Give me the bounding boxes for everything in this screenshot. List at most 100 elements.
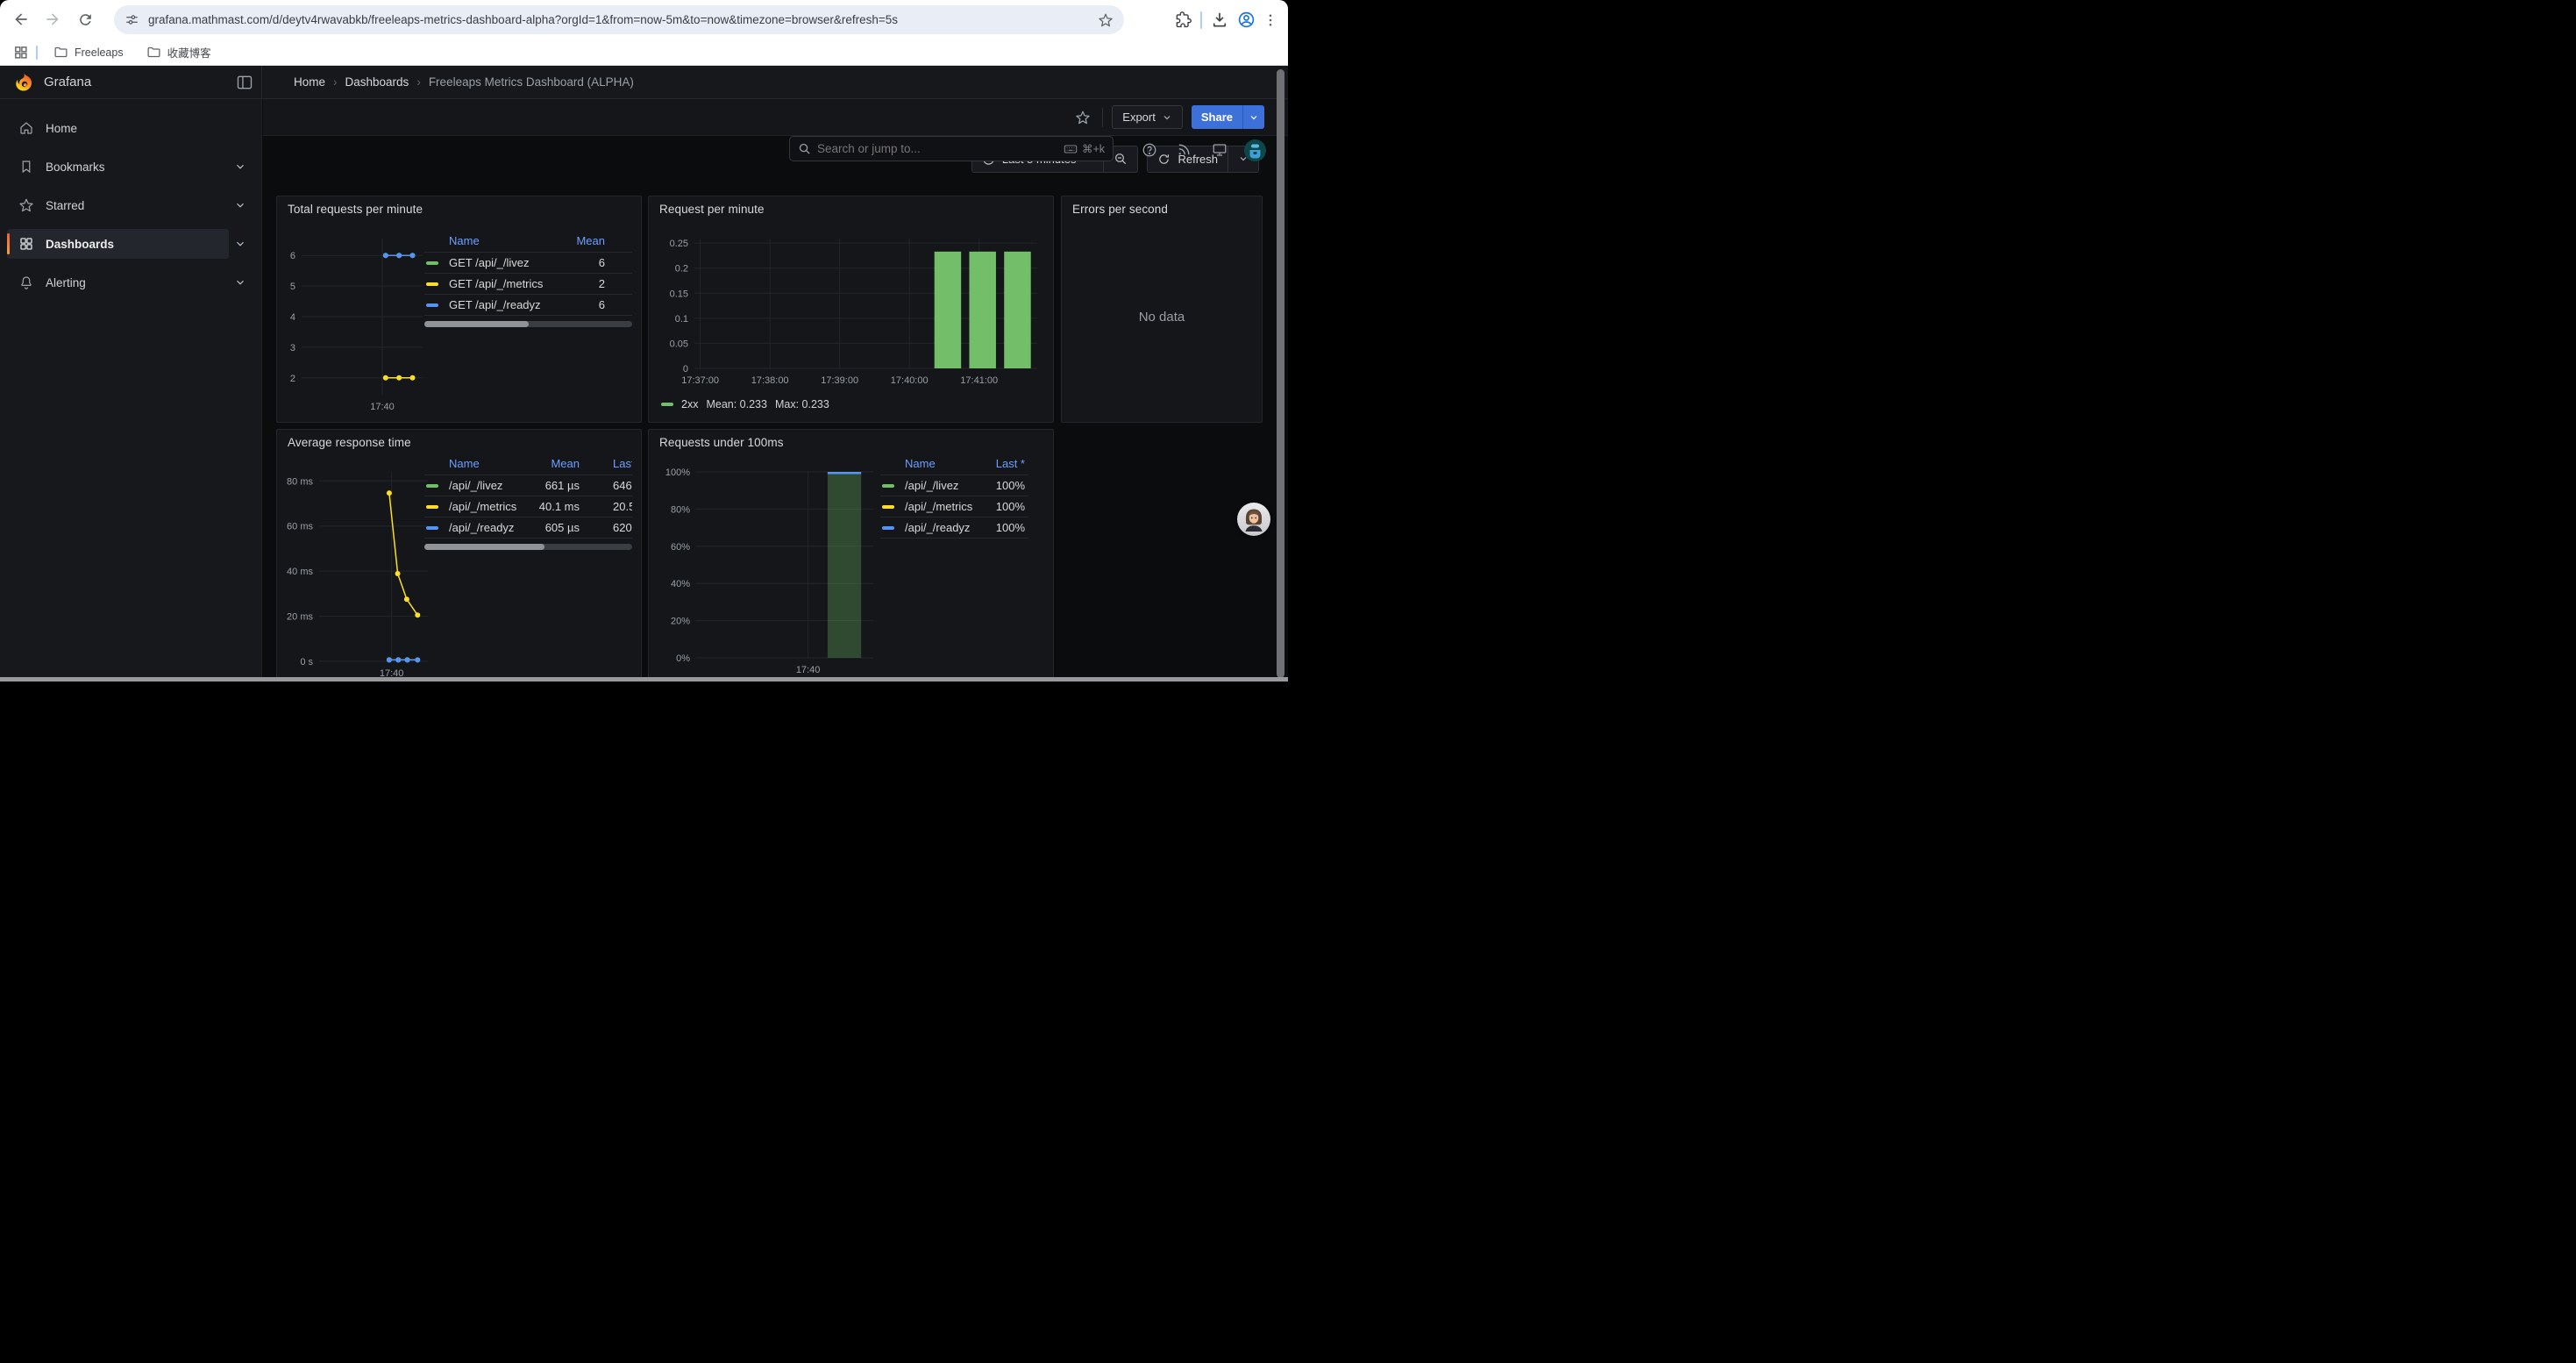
series-last: 646 µs <box>580 479 632 492</box>
series-mean: 6 <box>562 256 632 269</box>
legend-header-name[interactable]: Name <box>440 457 527 470</box>
page-scrollbar[interactable] <box>1277 69 1284 678</box>
share-button[interactable]: Share <box>1192 105 1242 129</box>
svg-text:17:37:00: 17:37:00 <box>681 375 719 386</box>
sidebar-item-starred[interactable]: Starred <box>0 190 261 220</box>
grafana-header: Grafana Home › Dashboards › Freeleaps Me… <box>0 66 1288 99</box>
svg-text:0.1: 0.1 <box>675 314 688 325</box>
favorite-star-icon[interactable] <box>1072 107 1093 128</box>
floating-assistant-avatar[interactable] <box>1237 503 1270 536</box>
help-icon[interactable] <box>1142 142 1157 158</box>
series-swatch[interactable] <box>426 484 438 488</box>
share-menu-caret[interactable] <box>1242 105 1264 129</box>
legend-header-name[interactable]: Name <box>440 234 562 247</box>
series-name[interactable]: /api/_/readyz <box>440 521 527 534</box>
legend-hscrollbar[interactable] <box>424 544 632 550</box>
tv-kiosk-icon[interactable] <box>1212 142 1228 158</box>
series-swatch[interactable] <box>661 403 673 406</box>
panel-title[interactable]: Average response time <box>288 436 411 449</box>
sidebar-item-label: Bookmarks <box>46 161 105 174</box>
series-swatch[interactable] <box>882 484 894 488</box>
sidebar-item-home[interactable]: Home <box>0 113 261 143</box>
search-box[interactable]: ⌘+k <box>789 136 1114 161</box>
under-100ms-chart[interactable]: 100%80%60%40%20%0%17:40 <box>658 467 880 682</box>
downloads-icon[interactable] <box>1209 10 1230 31</box>
bookmark-folder-blogs[interactable]: 收藏博客 <box>139 41 218 63</box>
legend-header-name[interactable]: Name <box>896 457 979 470</box>
keyboard-icon <box>1064 142 1078 156</box>
svg-text:3: 3 <box>290 343 295 353</box>
site-settings-icon[interactable] <box>125 12 139 27</box>
breadcrumb-separator: › <box>333 75 338 89</box>
series-name[interactable]: /api/_/readyz <box>896 521 979 534</box>
search-input[interactable] <box>817 142 1064 155</box>
chevron-down-icon[interactable] <box>234 238 246 250</box>
news-rss-icon[interactable] <box>1177 142 1192 158</box>
legend-row: /api/_/readyz 100% <box>880 517 1028 539</box>
user-avatar[interactable] <box>1244 139 1266 161</box>
sidebar-item-label: Alerting <box>46 276 86 289</box>
refresh-group: Refresh <box>1147 146 1259 173</box>
bookmark-folder-freeleaps[interactable]: Freeleaps <box>46 42 131 62</box>
series-name[interactable]: /api/_/livez <box>896 479 979 492</box>
toolbar-divider <box>1200 11 1202 29</box>
panel-title[interactable]: Requests under 100ms <box>659 436 784 449</box>
grafana-logo-icon[interactable] <box>14 72 34 92</box>
window-bottom-edge <box>0 677 1288 682</box>
series-mean: 605 µs <box>527 521 580 534</box>
breadcrumb-current: Freeleaps Metrics Dashboard (ALPHA) <box>429 75 634 89</box>
sidebar-toggle-icon[interactable] <box>236 74 253 91</box>
url-bar[interactable]: grafana.mathmast.com/d/deytv4rwavabkb/fr… <box>114 5 1124 34</box>
export-button[interactable]: Export <box>1112 105 1183 129</box>
url-text[interactable]: grafana.mathmast.com/d/deytv4rwavabkb/fr… <box>148 13 1098 26</box>
sidebar-item-alerting[interactable]: Alerting <box>0 268 261 297</box>
series-swatch[interactable] <box>426 526 438 530</box>
series-swatch[interactable] <box>426 303 438 307</box>
legend-header-last[interactable]: Last * <box>979 457 1028 470</box>
total-requests-legend: Name Mean GET /api/_/livez 6 GET /api/_/… <box>424 230 632 327</box>
series-name[interactable]: /api/_/metrics <box>440 500 527 513</box>
browser-menu-icon[interactable] <box>1260 10 1281 31</box>
breadcrumb-home[interactable]: Home <box>294 75 325 89</box>
forward-icon[interactable] <box>43 10 62 29</box>
total-requests-chart[interactable]: 6543217:40 <box>279 233 430 417</box>
sidebar-item-bookmarks[interactable]: Bookmarks <box>0 152 261 182</box>
series-name[interactable]: /api/_/metrics <box>896 500 979 513</box>
legend-hscrollbar[interactable] <box>424 321 632 327</box>
avg-response-chart[interactable]: 80 ms60 ms40 ms20 ms0 s17:40 <box>284 467 435 682</box>
reload-icon[interactable] <box>75 10 95 29</box>
back-icon[interactable] <box>11 10 31 29</box>
sidebar-item-dashboards[interactable]: Dashboards <box>0 229 261 259</box>
request-per-minute-chart[interactable]: 0.250.20.150.10.05017:37:0017:38:0017:39… <box>658 233 1046 391</box>
series-name[interactable]: 2xx <box>681 398 698 410</box>
series-swatch[interactable] <box>426 505 438 509</box>
panel-title[interactable]: Request per minute <box>659 203 765 216</box>
series-swatch[interactable] <box>426 282 438 286</box>
zoom-out-icon <box>1114 152 1128 166</box>
chevron-down-icon[interactable] <box>234 276 246 289</box>
panel-under-100ms: Requests under 100ms 100%80%60%40%20%0%1… <box>648 429 1054 682</box>
series-name[interactable]: GET /api/_/metrics <box>440 277 562 290</box>
legend-header-last[interactable]: Last * <box>580 457 632 470</box>
extensions-icon[interactable] <box>1172 10 1193 31</box>
legend-header: Name Mean Last * <box>424 453 632 475</box>
series-swatch[interactable] <box>882 505 894 509</box>
svg-text:0%: 0% <box>676 653 690 664</box>
series-name[interactable]: GET /api/_/livez <box>440 256 562 269</box>
legend-header-mean[interactable]: Mean <box>527 457 580 470</box>
dashboards-grid-icon <box>18 236 34 252</box>
svg-text:0: 0 <box>683 364 688 375</box>
profile-icon[interactable] <box>1235 10 1256 31</box>
legend-header-mean[interactable]: Mean <box>562 234 632 247</box>
series-swatch[interactable] <box>882 526 894 530</box>
panel-title[interactable]: Total requests per minute <box>288 203 423 216</box>
breadcrumb-dashboards[interactable]: Dashboards <box>345 75 409 89</box>
chevron-down-icon[interactable] <box>234 199 246 211</box>
series-name[interactable]: GET /api/_/readyz <box>440 298 562 311</box>
apps-grid-icon[interactable] <box>10 42 31 63</box>
series-name[interactable]: /api/_/livez <box>440 479 527 492</box>
chevron-down-icon[interactable] <box>234 161 246 173</box>
series-swatch[interactable] <box>426 261 438 265</box>
share-button-group: Share <box>1192 105 1264 129</box>
bookmark-star-icon[interactable] <box>1098 12 1114 28</box>
